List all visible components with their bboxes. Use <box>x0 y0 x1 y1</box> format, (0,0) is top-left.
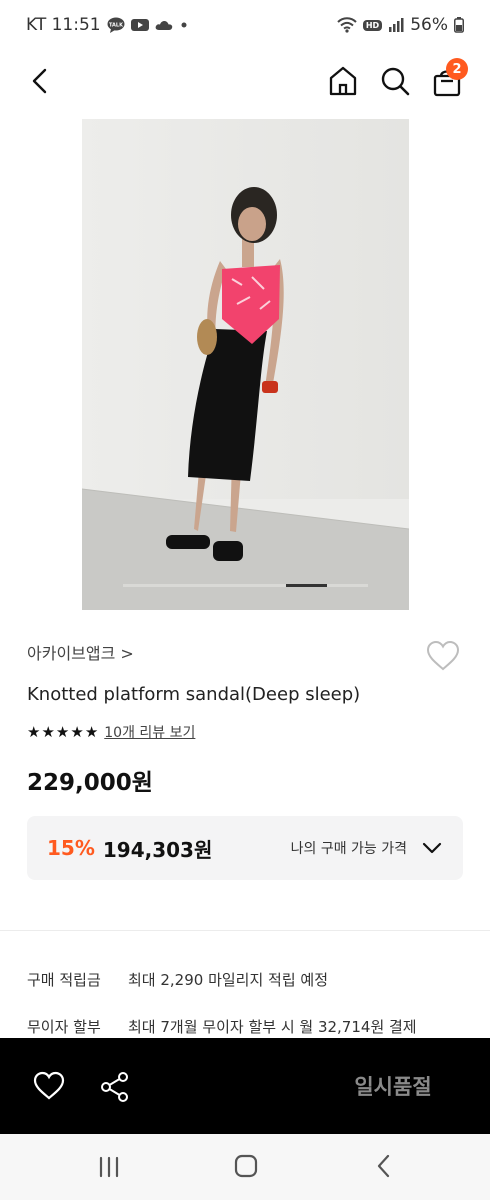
system-nav-bar <box>0 1134 490 1200</box>
search-icon[interactable] <box>378 64 412 98</box>
discount-price: 194,303원 <box>102 837 213 862</box>
benefit-value: 최대 7개월 무이자 할부 시 월 32,714원 결제 <box>128 1018 417 1036</box>
star-icon: ★ <box>27 722 41 741</box>
heart-icon[interactable] <box>33 1071 65 1101</box>
benefit-row-installment: 무이자 할부 최대 7개월 무이자 할부 시 월 32,714원 결제 <box>27 1016 417 1037</box>
rating-row: ★ ★ ★ ★ ★ 10개 리뷰 보기 <box>27 722 195 742</box>
product-title: Knotted platform sandal(Deep sleep) <box>27 684 361 705</box>
battery-percent: 56% <box>410 15 448 35</box>
discount-percent: 15% <box>47 836 95 860</box>
brand-link[interactable]: 아카이브앱크 > <box>27 640 134 664</box>
product-image[interactable] <box>82 119 409 610</box>
top-nav <box>0 52 490 110</box>
signal-icon <box>388 17 404 33</box>
talk-icon: TALK <box>107 17 125 33</box>
carrier-time: KT 11:51 <box>26 15 101 35</box>
my-price-dropdown[interactable]: 15% 194,303원 나의 구매 가능 가격 <box>27 816 463 880</box>
home-icon[interactable] <box>326 64 360 98</box>
my-price-label: 나의 구매 가능 가격 <box>290 841 407 857</box>
cart-count-badge: 2 <box>446 58 468 80</box>
cloud-icon <box>155 19 173 31</box>
star-icon: ★ <box>55 722 70 741</box>
star-icon: ★ <box>41 722 55 741</box>
rating-stars: ★ ★ ★ ★ ★ <box>27 722 99 741</box>
dot-icon <box>179 20 189 30</box>
review-link[interactable]: 10개 리뷰 보기 <box>104 722 195 742</box>
status-bar: KT 11:51 TALK HD 56% <box>0 0 490 50</box>
benefit-value: 최대 2,290 마일리지 적립 예정 <box>128 971 329 989</box>
image-carousel-indicator <box>123 584 368 587</box>
benefit-label: 구매 적립금 <box>27 971 101 989</box>
recent-apps-icon[interactable] <box>96 1154 122 1180</box>
share-icon[interactable] <box>99 1071 131 1103</box>
back-icon[interactable] <box>26 66 56 96</box>
youtube-icon <box>130 18 149 32</box>
wishlist-heart-icon[interactable] <box>426 640 460 672</box>
section-divider <box>0 930 490 931</box>
carousel-active-thumb <box>286 584 327 587</box>
svg-text:TALK: TALK <box>109 23 124 29</box>
sold-out-button[interactable]: 일시품절 <box>300 1058 486 1114</box>
home-button-icon[interactable] <box>233 1153 259 1179</box>
back-button-icon[interactable] <box>372 1153 398 1179</box>
star-icon: ★ <box>84 722 99 741</box>
product-price: 229,000원 <box>27 770 153 796</box>
benefit-row-mileage: 구매 적립금 최대 2,290 마일리지 적립 예정 <box>27 969 328 990</box>
battery-icon <box>454 17 464 33</box>
benefit-label: 무이자 할부 <box>27 1018 101 1036</box>
chevron-down-icon <box>421 837 443 859</box>
hd-icon: HD <box>362 19 383 31</box>
star-icon: ★ <box>70 722 84 741</box>
bottom-action-bar: 일시품절 <box>0 1038 490 1134</box>
model-photo <box>82 119 409 610</box>
wifi-icon <box>337 17 357 33</box>
